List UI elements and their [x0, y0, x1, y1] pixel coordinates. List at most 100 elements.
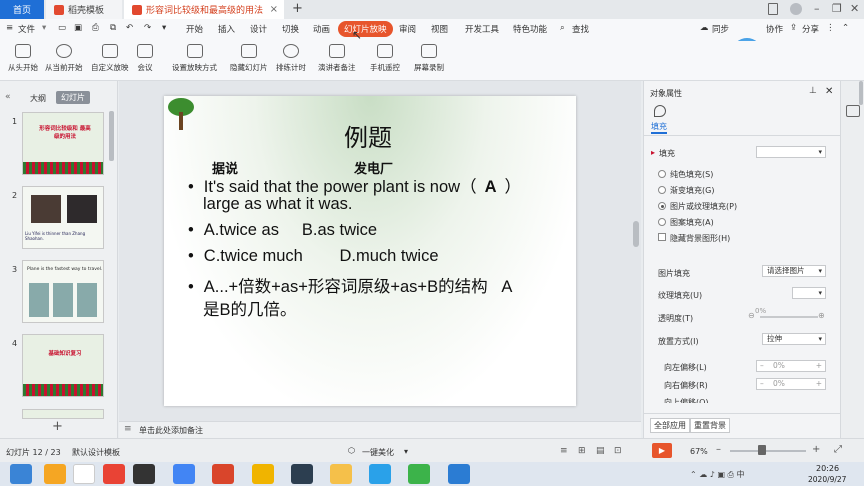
- view-normal-icon[interactable]: ≡: [560, 446, 568, 456]
- phone-remote-button[interactable]: 手机遥控: [370, 44, 400, 73]
- texture-select[interactable]: [792, 287, 826, 299]
- zoom-out-icon[interactable]: –: [716, 444, 721, 455]
- tab-document[interactable]: 形容词比较级和最高级的用法 ×: [124, 0, 284, 19]
- undo-icon[interactable]: ↶: [126, 23, 133, 33]
- menu-home[interactable]: 开始: [186, 23, 203, 35]
- tab-slides[interactable]: 幻灯片: [56, 91, 90, 104]
- transparency-plus[interactable]: ⊕: [818, 311, 825, 320]
- slide-canvas[interactable]: 例题 据说 发电厂 • It's said that the power plan…: [164, 96, 576, 406]
- open-icon[interactable]: ▭: [58, 23, 66, 33]
- window-layout-icon[interactable]: [768, 3, 778, 15]
- minimize-icon[interactable]: –: [814, 2, 820, 15]
- app-icon[interactable]: [291, 464, 313, 484]
- beautify-icon[interactable]: ⬡: [348, 446, 355, 455]
- slide-thumbnail-3[interactable]: Plane is the fastest way to travel.: [22, 260, 104, 323]
- image-fill-select[interactable]: 请选择图片: [762, 265, 826, 277]
- hide-bg-checkbox[interactable]: [658, 233, 666, 241]
- close-icon[interactable]: ✕: [850, 2, 859, 15]
- radio-picture[interactable]: [658, 202, 666, 210]
- section-arrow-icon[interactable]: ▸: [651, 148, 655, 157]
- offset-left-stepper[interactable]: –0% +: [756, 360, 826, 372]
- fill-bucket-icon[interactable]: [654, 105, 666, 117]
- hamburger-icon[interactable]: ≡: [6, 23, 13, 33]
- chevron-down-icon[interactable]: ▾: [42, 23, 46, 33]
- screen-record-button[interactable]: 屏幕录制: [414, 44, 444, 73]
- folder-icon[interactable]: [330, 464, 352, 484]
- scrollbar[interactable]: [109, 111, 114, 161]
- share-icon[interactable]: ⇪: [790, 23, 797, 33]
- app-icon[interactable]: [212, 464, 234, 484]
- avatar[interactable]: [790, 3, 802, 15]
- placement-select[interactable]: 拉伸: [762, 333, 826, 345]
- sync-icon[interactable]: ☁: [700, 23, 709, 33]
- collapse-panel-icon[interactable]: «: [5, 92, 11, 102]
- wechat-icon[interactable]: [408, 464, 430, 484]
- maximize-icon[interactable]: ❐: [832, 2, 842, 15]
- reset-bg-button[interactable]: 重置背景: [690, 418, 730, 433]
- word-icon[interactable]: [448, 464, 470, 484]
- offset-right-stepper[interactable]: –0% +: [756, 378, 826, 390]
- app-icon[interactable]: [133, 464, 155, 484]
- file-menu[interactable]: 文件: [18, 23, 35, 35]
- properties-icon[interactable]: [846, 105, 860, 117]
- tab-outline[interactable]: 大纲: [30, 93, 46, 104]
- preview-icon[interactable]: ⧉: [110, 23, 116, 33]
- menu-insert[interactable]: 插入: [218, 23, 235, 35]
- more-icon[interactable]: ▾: [162, 23, 166, 33]
- notes-placeholder[interactable]: 单击此处添加备注: [139, 425, 203, 436]
- tab-docer[interactable]: 稻壳模板: [46, 0, 122, 19]
- tab-home[interactable]: 首页: [0, 0, 44, 19]
- tab-fill[interactable]: 填充: [651, 121, 667, 134]
- tray-icons[interactable]: ⌃ ☁ ♪ ▣ ⎙ 中: [690, 469, 744, 480]
- menu-transition[interactable]: 切换: [282, 23, 299, 35]
- app-icon[interactable]: [73, 464, 95, 484]
- view-grid-icon[interactable]: ⊡: [614, 446, 622, 456]
- setup-show-button[interactable]: 设置放映方式: [172, 44, 217, 73]
- menu-slideshow[interactable]: 幻灯片放映: [338, 21, 393, 37]
- slide-thumbnail-1[interactable]: 形容词比较级和 最高级的用法: [22, 112, 104, 175]
- transparency-slider[interactable]: [760, 316, 818, 318]
- play-from-current-button[interactable]: 从当前开始: [45, 44, 83, 73]
- close-tab-icon[interactable]: ×: [270, 4, 278, 15]
- new-tab-button[interactable]: +: [292, 1, 303, 16]
- share-button[interactable]: 分享: [802, 23, 819, 35]
- zoom-level[interactable]: 67%: [690, 447, 708, 456]
- collab-button[interactable]: 协作: [766, 23, 783, 35]
- search-icon[interactable]: ⌕: [560, 23, 565, 33]
- app-icon[interactable]: [44, 464, 66, 484]
- app-icon[interactable]: [252, 464, 274, 484]
- collapse-ribbon-icon[interactable]: ⌃: [842, 23, 849, 33]
- meeting-button[interactable]: 会议: [137, 44, 153, 73]
- save-icon[interactable]: ▣: [74, 23, 82, 33]
- notes-bar[interactable]: ≡ 单击此处添加备注: [119, 421, 641, 438]
- pin-icon[interactable]: ⊥: [809, 86, 817, 96]
- play-slideshow-button[interactable]: ▶: [652, 443, 672, 458]
- menu-design[interactable]: 设计: [250, 23, 267, 35]
- view-sorter-icon[interactable]: ⊞: [578, 446, 586, 456]
- radio-solid[interactable]: [658, 170, 666, 178]
- apply-all-button[interactable]: 全部应用: [650, 418, 690, 433]
- app-icon[interactable]: [369, 464, 391, 484]
- add-slide-button[interactable]: +: [52, 419, 63, 434]
- radio-gradient[interactable]: [658, 186, 666, 194]
- print-icon[interactable]: ⎙: [92, 23, 99, 33]
- search-button[interactable]: 查找: [572, 23, 589, 35]
- fill-color-select[interactable]: [756, 146, 826, 158]
- app-icon[interactable]: [173, 464, 195, 484]
- presenter-notes-button[interactable]: 演讲者备注: [318, 44, 356, 73]
- redo-icon[interactable]: ↷: [144, 23, 151, 33]
- menu-features[interactable]: 特色功能: [513, 23, 547, 35]
- sync-button[interactable]: 同步: [712, 23, 729, 35]
- beautify-button[interactable]: 一键美化: [362, 447, 394, 458]
- transparency-minus[interactable]: ⊖: [748, 311, 755, 320]
- close-panel-icon[interactable]: ✕: [825, 86, 833, 97]
- view-reading-icon[interactable]: ▤: [596, 446, 605, 456]
- menu-view[interactable]: 视图: [431, 23, 448, 35]
- slide-thumbnail-4[interactable]: 基础知识复习: [22, 334, 104, 397]
- rehearse-button[interactable]: 排练计时: [276, 44, 306, 73]
- fit-window-icon[interactable]: ⤢: [834, 444, 842, 455]
- start-icon[interactable]: [10, 464, 32, 484]
- zoom-in-icon[interactable]: +: [812, 444, 820, 455]
- play-from-start-button[interactable]: 从头开始: [8, 44, 38, 73]
- zoom-slider[interactable]: [730, 450, 806, 452]
